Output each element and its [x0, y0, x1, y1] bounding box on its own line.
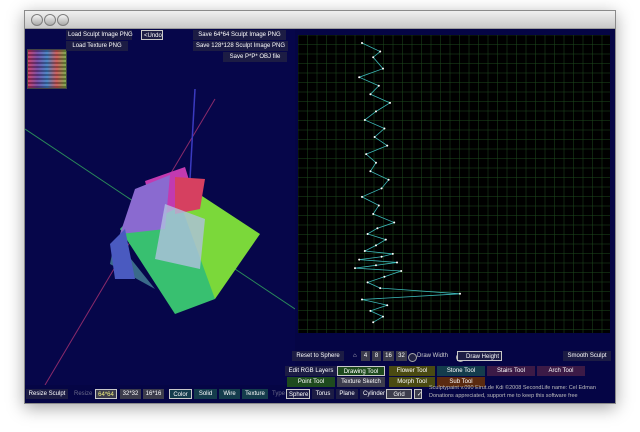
- profile-point: [376, 227, 379, 230]
- app-window: Load Sculpt Image PNG Load Texture PNG <…: [24, 10, 616, 404]
- zoom-window-button[interactable]: [57, 14, 69, 26]
- undo-button[interactable]: <Undo: [141, 30, 163, 40]
- profile-point: [391, 252, 394, 255]
- load-sculpt-button[interactable]: Load Sculpt Image PNG: [66, 30, 133, 40]
- profile-point: [366, 232, 369, 235]
- profile-point: [384, 238, 387, 241]
- type-sphere-button[interactable]: Sphere: [286, 389, 310, 399]
- type-cylinder-button[interactable]: Cylinder: [360, 389, 388, 399]
- type-plane-button[interactable]: Plane: [336, 389, 358, 399]
- draw-width-label[interactable]: Draw Width: [417, 351, 448, 361]
- profile-point: [459, 292, 461, 295]
- render-wire-button[interactable]: Wire: [219, 389, 240, 399]
- draw-width-radio[interactable]: [408, 353, 417, 362]
- profile-point: [354, 267, 356, 270]
- profile-point: [375, 110, 377, 113]
- close-window-button[interactable]: [31, 14, 43, 26]
- profile-point: [377, 204, 380, 207]
- grid-toggle-label: Grid: [393, 392, 405, 398]
- profile-point: [372, 213, 375, 215]
- smooth-sculpt-button[interactable]: Smooth Sculpt: [563, 351, 611, 361]
- resize-label: Resize: [74, 391, 93, 397]
- count-32-button[interactable]: 32: [396, 351, 407, 361]
- profile-point: [379, 287, 382, 290]
- profile-grid[interactable]: [297, 34, 610, 333]
- save-64-button[interactable]: Save 64*64 Sculpt Image PNG: [193, 30, 286, 40]
- grid-checkbox[interactable]: ✓: [414, 389, 422, 399]
- credits-line-2: Donations appreciated, support me to kee…: [429, 393, 578, 399]
- count-8-button[interactable]: 8: [372, 351, 381, 361]
- flower-tool-button[interactable]: Flower Tool: [389, 366, 435, 376]
- profile-point: [358, 258, 361, 261]
- type-label: Type: [272, 391, 286, 397]
- profile-point: [369, 170, 372, 173]
- reset-to-sphere-button[interactable]: Reset to Sphere: [292, 351, 344, 361]
- profile-point: [396, 261, 398, 264]
- profile-point: [361, 195, 363, 198]
- profile-point: [393, 221, 396, 224]
- drawing-tool-button[interactable]: Drawing Tool: [337, 366, 385, 376]
- size-32-button[interactable]: 32*32: [120, 389, 141, 399]
- save-128-button[interactable]: Save 128*128 Sculpt Image PNG: [193, 41, 288, 51]
- save-obj-button[interactable]: Save P*P* OBJ file: [223, 52, 287, 62]
- profile-point: [372, 321, 375, 324]
- edit-rgb-layers-button[interactable]: Edit RGB Layers: [285, 366, 337, 376]
- load-texture-button[interactable]: Load Texture PNG: [66, 41, 128, 51]
- profile-point: [375, 244, 377, 247]
- profile-grid-editor[interactable]: [297, 34, 610, 333]
- profile-point: [375, 161, 377, 164]
- profile-point: [387, 178, 390, 181]
- render-texture-button[interactable]: Texture: [242, 389, 268, 399]
- profile-point: [400, 270, 403, 272]
- profile-point: [383, 275, 386, 278]
- profile-point: [380, 255, 383, 258]
- arch-tool-button[interactable]: Arch Tool: [537, 366, 585, 376]
- profile-point: [377, 84, 380, 87]
- profile-point: [373, 136, 376, 139]
- profile-point: [366, 281, 369, 284]
- profile-point: [386, 144, 389, 147]
- profile-point: [361, 42, 363, 44]
- sculpt-texture-thumbnail[interactable]: [27, 49, 67, 89]
- size-64-button[interactable]: 64*64: [95, 389, 117, 399]
- stairs-tool-button[interactable]: Stairs Tool: [487, 366, 535, 376]
- credits-line-1: Sculptypaint v.090 Eirut.de Kdi ©2008 Se…: [429, 385, 596, 391]
- profile-curve: [354, 42, 461, 323]
- profile-point: [379, 50, 382, 53]
- profile-point: [361, 298, 363, 301]
- point-tool-button[interactable]: Point Tool: [287, 377, 335, 387]
- profile-point: [363, 118, 366, 121]
- render-color-button[interactable]: Color: [169, 389, 192, 399]
- texture-sketch-button[interactable]: Texture Sketch: [337, 377, 385, 387]
- profile-point: [380, 187, 383, 190]
- minimize-window-button[interactable]: [44, 14, 56, 26]
- profile-point: [369, 93, 372, 96]
- profile-point: [372, 56, 375, 59]
- stone-tool-button[interactable]: Stone Tool: [437, 366, 485, 376]
- lock-icon[interactable]: ⌂: [353, 351, 357, 361]
- profile-point: [382, 67, 384, 70]
- type-torus-button[interactable]: Torus: [312, 389, 334, 399]
- profile-point: [375, 264, 377, 267]
- grid-toggle-button[interactable]: Grid: [386, 389, 412, 399]
- profile-point: [363, 250, 366, 253]
- profile-point: [358, 76, 361, 79]
- title-bar: [25, 11, 615, 29]
- profile-point: [389, 101, 391, 104]
- render-solid-button[interactable]: Solid: [194, 389, 217, 399]
- resize-sculpt-button[interactable]: Resize Sculpt: [26, 389, 68, 399]
- size-16-button[interactable]: 16*16: [143, 389, 164, 399]
- profile-point: [365, 153, 368, 156]
- profile-point: [382, 315, 384, 318]
- count-16-button[interactable]: 16: [383, 351, 394, 361]
- profile-point: [386, 304, 389, 307]
- profile-point: [369, 309, 372, 312]
- 3d-viewport[interactable]: [25, 29, 295, 385]
- count-4-button[interactable]: 4: [361, 351, 370, 361]
- draw-height-button[interactable]: Draw Height: [457, 351, 502, 361]
- profile-point: [383, 127, 386, 130]
